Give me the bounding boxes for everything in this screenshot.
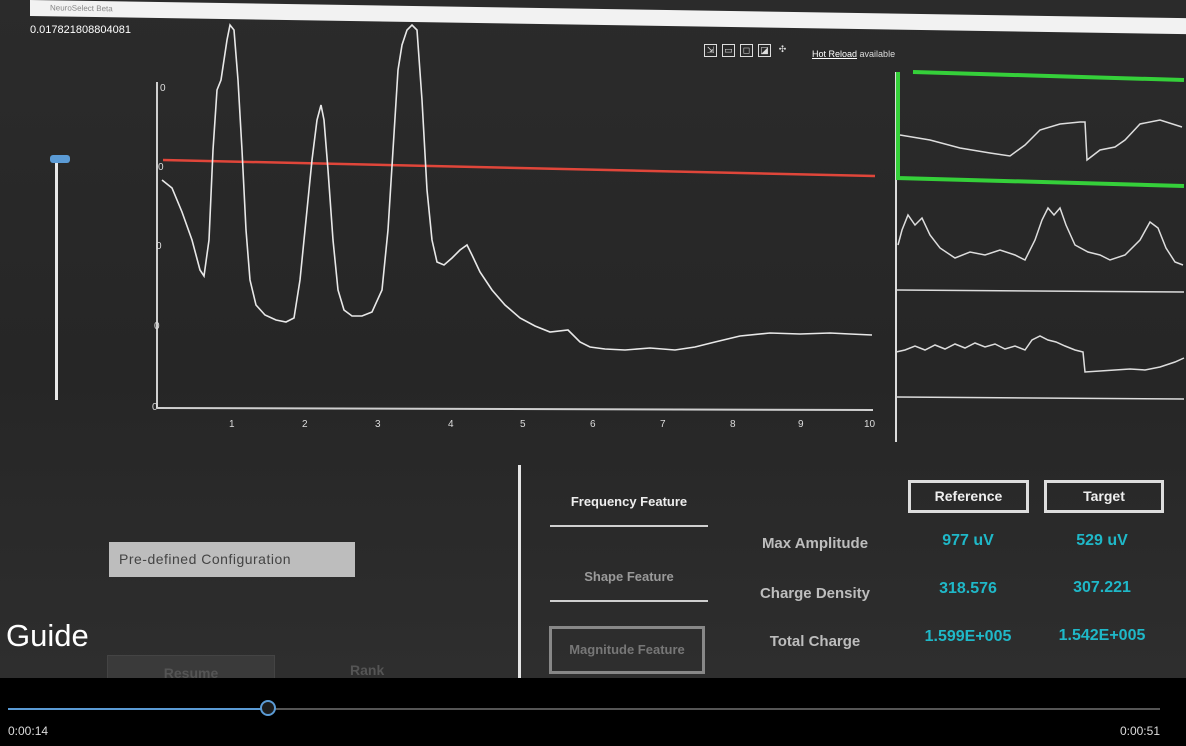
x-axis: [156, 407, 874, 411]
y-tick-label: 0: [154, 321, 160, 332]
y-tick-label: 0: [152, 402, 158, 413]
y-tick-label: 0: [160, 83, 166, 94]
max-amplitude-label: Max Amplitude: [761, 535, 869, 552]
charge-density-label: Charge Density: [759, 585, 871, 602]
reference-button[interactable]: Reference: [908, 480, 1029, 513]
signal-trace: [161, 23, 873, 351]
thumbnail-divider: [896, 396, 1185, 400]
thumbnail-trace-2[interactable]: [897, 206, 1184, 266]
max-amplitude-reference-value: 977 uV: [942, 532, 994, 549]
seek-bar-progress: [8, 708, 269, 710]
feature-underline: [550, 525, 708, 527]
x-tick-label: 9: [798, 419, 804, 430]
thumbnail-trace-3[interactable]: [895, 335, 1185, 373]
max-amplitude-target-value: 529 uV: [1076, 532, 1128, 549]
shape-feature-button[interactable]: Shape Feature: [550, 569, 708, 584]
total-charge-reference-value: 1.599E+005: [924, 628, 1012, 645]
x-tick-label: 10: [864, 419, 876, 430]
section-divider: [518, 465, 521, 678]
feature-underline: [550, 600, 708, 602]
threshold-line[interactable]: [162, 158, 876, 178]
total-time: 0:00:51: [1119, 724, 1160, 738]
x-tick-label: 2: [302, 419, 308, 430]
target-button[interactable]: Target: [1044, 480, 1164, 513]
x-tick-label: 3: [375, 419, 381, 430]
thumbnail-selected-top-border: [912, 70, 1185, 82]
thumbnail-trace-1[interactable]: [899, 119, 1183, 162]
app-screen: NeuroSelect Beta 0.017821808804081 ⇲ ▭ ◻…: [0, 0, 1186, 678]
x-tick-label: 5: [520, 419, 526, 430]
total-charge-target-value: 1.542E+005: [1058, 627, 1146, 644]
predefined-configuration-button[interactable]: Pre-defined Configuration: [109, 542, 355, 577]
frequency-feature-button[interactable]: Frequency Feature: [550, 494, 708, 509]
x-tick-label: 6: [590, 419, 596, 430]
y-tick-label: 0: [158, 162, 164, 173]
x-tick-label: 7: [660, 419, 666, 430]
rank-label[interactable]: Rank: [350, 662, 384, 678]
seek-bar[interactable]: [8, 708, 1160, 710]
x-tick-label: 1: [229, 419, 235, 430]
seek-bar-thumb[interactable]: [260, 700, 277, 716]
total-charge-label: Total Charge: [769, 633, 861, 650]
magnitude-feature-button[interactable]: Magnitude Feature: [549, 626, 705, 674]
charge-density-target-value: 307.221: [1073, 579, 1131, 596]
x-tick-label: 8: [730, 419, 736, 430]
charge-density-reference-value: 318.576: [939, 580, 997, 597]
video-caption: Guide: [6, 618, 89, 653]
x-tick-label: 4: [448, 419, 454, 430]
media-player-controls: 0:00:14 0:00:51: [0, 678, 1186, 746]
resume-button[interactable]: Resume: [107, 655, 275, 678]
y-tick-label: 0: [156, 241, 162, 252]
thumbnail-divider: [896, 289, 1185, 293]
current-time: 0:00:14: [8, 724, 49, 738]
